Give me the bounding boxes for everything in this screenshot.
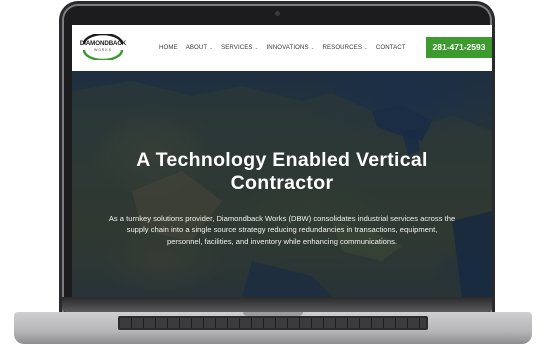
nav-item-innovations[interactable]: INNOVATIONS ⌄ xyxy=(266,44,314,51)
camera-icon xyxy=(274,11,280,16)
laptop-screen: DIAMONDBACK WORKS HOME ABOUT ⌄ SERVICES ⌄ … xyxy=(72,25,492,297)
hero-description: As a turnkey solutions provider, Diamond… xyxy=(108,214,456,246)
laptop-base xyxy=(0,297,546,347)
nav-label-about: ABOUT xyxy=(185,44,208,51)
logo-ring-icon xyxy=(82,34,124,60)
laptop-hinge xyxy=(62,297,492,312)
nav-label-contact: CONTACT xyxy=(375,44,406,51)
nav-item-about[interactable]: ABOUT ⌄ xyxy=(186,44,213,51)
main-menu: HOME ABOUT ⌄ SERVICES ⌄ INNOVATIONS ⌄ RESOU… xyxy=(159,44,406,51)
nav-label-home: HOME xyxy=(159,44,178,51)
chevron-down-icon: ⌄ xyxy=(254,45,259,50)
nav-item-contact[interactable]: CONTACT xyxy=(376,44,406,51)
brand-logo[interactable]: DIAMONDBACK WORKS xyxy=(76,34,130,60)
keyboard-keys xyxy=(120,318,426,328)
hero-title: A Technology Enabled Vertical Contractor xyxy=(136,149,428,194)
hero-section: A Technology Enabled Vertical Contractor… xyxy=(72,71,492,297)
phone-button[interactable]: 281-471-2593 xyxy=(426,37,492,58)
site-header: DIAMONDBACK WORKS HOME ABOUT ⌄ SERVICES ⌄ … xyxy=(72,25,492,71)
keyboard xyxy=(118,316,428,330)
nav-item-resources[interactable]: RESOURCES ⌄ xyxy=(323,44,368,51)
nav-label-services: SERVICES xyxy=(221,44,253,51)
chevron-down-icon: ⌄ xyxy=(209,45,214,50)
trackpad-notch xyxy=(243,312,303,316)
brand-sub: WORKS xyxy=(94,48,112,52)
laptop-mockup: DIAMONDBACK WORKS HOME ABOUT ⌄ SERVICES ⌄ … xyxy=(0,0,546,347)
nav-label-resources: RESOURCES xyxy=(322,44,363,51)
nav-item-home[interactable]: HOME xyxy=(159,44,178,51)
brand-name: DIAMONDBACK xyxy=(79,40,127,47)
nav-item-services[interactable]: SERVICES ⌄ xyxy=(221,44,258,51)
chevron-down-icon: ⌄ xyxy=(310,45,315,50)
chevron-down-icon: ⌄ xyxy=(364,45,368,50)
nav-label-innovations: INNOVATIONS xyxy=(266,44,309,51)
